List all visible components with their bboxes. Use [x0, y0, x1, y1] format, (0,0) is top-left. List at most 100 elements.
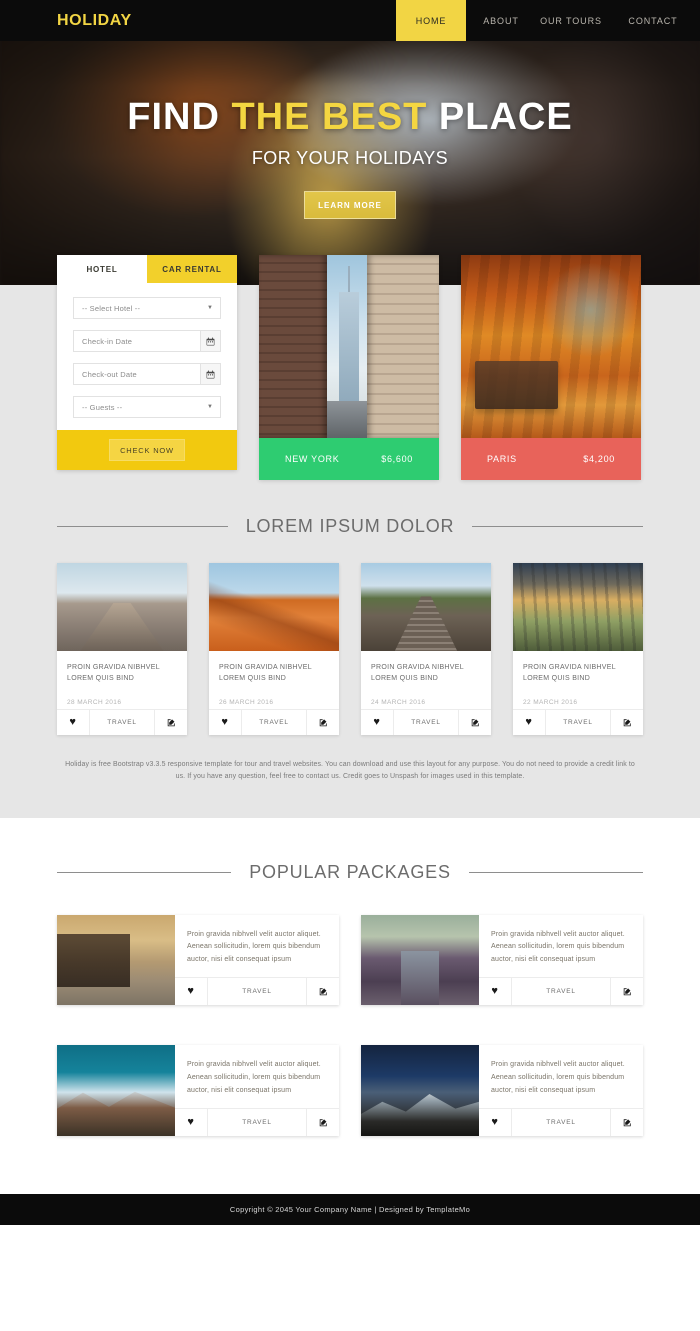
edit-button[interactable] — [611, 978, 643, 1005]
blog-card-title: PROIN GRAVIDA NIBHVEL LOREM QUIS BIND — [219, 664, 312, 682]
calendar-icon[interactable] — [200, 364, 220, 384]
divider-line-right — [468, 871, 643, 873]
nav-item-contact[interactable]: CONTACT — [606, 0, 700, 41]
learn-more-button[interactable]: LEARN MORE — [304, 191, 396, 219]
favorite-button[interactable]: ♥ — [513, 710, 545, 735]
site-footer: Copyright © 2045 Your Company Name | Des… — [0, 1194, 700, 1226]
skyscraper-shape — [339, 291, 359, 406]
site-logo[interactable]: HOLIDAY — [0, 0, 132, 41]
favorite-button[interactable]: ♥ — [209, 710, 241, 735]
package-card-actions: ♥ TRAVEL — [479, 977, 643, 1006]
tab-car-rental[interactable]: CAR RENTAL — [147, 255, 237, 283]
template-credit-note: Holiday is free Bootstrap v3.3.5 respons… — [65, 761, 635, 781]
edit-button[interactable] — [307, 1109, 339, 1136]
blog-card[interactable]: PROIN GRAVIDA NIBHVEL LOREM QUIS BIND 28… — [57, 563, 187, 735]
blog-card-body: PROIN GRAVIDA NIBHVEL LOREM QUIS BIND 28… — [57, 651, 187, 709]
blog-card[interactable]: PROIN GRAVIDA NIBHVEL LOREM QUIS BIND 26… — [209, 563, 339, 735]
city-image-new-york — [259, 255, 439, 438]
favorite-button[interactable]: ♥ — [57, 710, 89, 735]
divider-line-left — [57, 871, 232, 873]
chevron-down-icon: ▼ — [207, 404, 213, 410]
category-label[interactable]: TRAVEL — [207, 1109, 307, 1137]
package-grid: Proin gravida nibhvell velit auctor aliq… — [57, 914, 643, 1155]
package-description: Proin gravida nibhvell velit auctor aliq… — [187, 930, 321, 964]
blog-card-body: PROIN GRAVIDA NIBHVEL LOREM QUIS BIND 22… — [513, 651, 643, 709]
favorite-button[interactable]: ♥ — [479, 978, 511, 1005]
calendar-icon[interactable] — [200, 331, 220, 351]
city-info-bar: PARIS $4,200 — [461, 438, 641, 480]
booking-form: -- Select Hotel -- ▼ Check-in Date Check… — [57, 283, 237, 430]
package-card-actions: ♥ TRAVEL — [479, 1108, 643, 1137]
package-card[interactable]: Proin gravida nibhvell velit auctor aliq… — [57, 1045, 339, 1137]
packages-container: POPULAR PACKAGES Proin gravida nibhvell … — [57, 818, 643, 1155]
category-label[interactable]: TRAVEL — [393, 710, 459, 735]
blog-image-dune — [209, 563, 339, 651]
heart-icon: ♥ — [69, 716, 77, 728]
heart-icon: ♥ — [187, 1116, 195, 1129]
edit-pencil-icon — [167, 719, 175, 727]
favorite-button[interactable]: ♥ — [361, 710, 393, 735]
blog-card[interactable]: PROIN GRAVIDA NIBHVEL LOREM QUIS BIND 22… — [513, 563, 643, 735]
city-info-bar: NEW YORK $6,600 — [259, 438, 439, 480]
category-label[interactable]: TRAVEL — [511, 978, 611, 1006]
hero-title: FIND THE BEST PLACE — [0, 98, 700, 136]
package-card[interactable]: Proin gravida nibhvell velit auctor aliq… — [57, 914, 339, 1006]
package-card-actions: ♥ TRAVEL — [175, 977, 339, 1006]
street-shape — [327, 401, 367, 438]
page-root: HOLIDAY HOME ABOUT OUR TOURS CONTACT FIN… — [0, 0, 700, 1226]
city-card-paris[interactable]: PARIS $4,200 — [461, 255, 641, 480]
favorite-button[interactable]: ♥ — [479, 1109, 511, 1136]
edit-pencil-icon — [471, 719, 479, 727]
nav-item-our-tours[interactable]: OUR TOURS — [536, 0, 606, 41]
city-card-new-york[interactable]: NEW YORK $6,600 — [259, 255, 439, 480]
blog-card-date: 26 MARCH 2016 — [219, 698, 274, 706]
package-image-mountain-lake — [57, 1045, 175, 1137]
blog-card-body: PROIN GRAVIDA NIBHVEL LOREM QUIS BIND 26… — [209, 651, 339, 709]
city-image-paris — [461, 255, 641, 438]
heart-icon: ♥ — [525, 716, 533, 728]
hotel-select-value: -- Select Hotel -- — [82, 303, 141, 313]
edit-button[interactable] — [307, 978, 339, 1005]
booking-row: HOTEL CAR RENTAL -- Select Hotel -- ▼ Ch… — [57, 255, 643, 480]
edit-button[interactable] — [155, 710, 187, 735]
heart-icon: ♥ — [373, 716, 381, 728]
favorite-button[interactable]: ♥ — [175, 1109, 207, 1136]
divider-line-left — [57, 526, 228, 527]
hotel-select[interactable]: -- Select Hotel -- ▼ — [73, 297, 221, 319]
blog-card-title: PROIN GRAVIDA NIBHVEL LOREM QUIS BIND — [67, 664, 160, 682]
site-header: HOLIDAY HOME ABOUT OUR TOURS CONTACT — [0, 0, 700, 41]
check-now-button[interactable]: CHECK NOW — [109, 439, 185, 461]
blog-card[interactable]: PROIN GRAVIDA NIBHVEL LOREM QUIS BIND 24… — [361, 563, 491, 735]
tab-hotel[interactable]: HOTEL — [57, 255, 147, 283]
category-label[interactable]: TRAVEL — [207, 978, 307, 1006]
favorite-button[interactable]: ♥ — [175, 978, 207, 1005]
edit-button[interactable] — [459, 710, 491, 735]
city-name: PARIS — [487, 454, 517, 464]
nav-item-about[interactable]: ABOUT — [466, 0, 536, 41]
hero-banner: FIND THE BEST PLACE FOR YOUR HOLIDAYS LE… — [0, 0, 700, 285]
featured-section: HOTEL CAR RENTAL -- Select Hotel -- ▼ Ch… — [0, 255, 700, 818]
edit-pencil-icon — [319, 988, 327, 996]
city-price: $4,200 — [583, 454, 615, 464]
edit-button[interactable] — [611, 1109, 643, 1136]
edit-button[interactable] — [611, 710, 643, 735]
city-price: $6,600 — [381, 454, 413, 464]
category-label[interactable]: TRAVEL — [545, 710, 611, 735]
category-label[interactable]: TRAVEL — [89, 710, 155, 735]
copyright-text: Copyright © 2045 Your Company Name | Des… — [229, 1205, 471, 1215]
checkout-date-field[interactable]: Check-out Date — [73, 363, 221, 385]
edit-pencil-icon — [319, 719, 327, 727]
category-label[interactable]: TRAVEL — [241, 710, 307, 735]
guests-select[interactable]: -- Guests -- ▼ — [73, 396, 221, 418]
edit-pencil-icon — [623, 1119, 631, 1127]
nav-item-home[interactable]: HOME — [396, 0, 466, 41]
category-label[interactable]: TRAVEL — [511, 1109, 611, 1137]
blog-card-title: PROIN GRAVIDA NIBHVEL LOREM QUIS BIND — [523, 664, 616, 682]
blog-card-title: PROIN GRAVIDA NIBHVEL LOREM QUIS BIND — [371, 664, 464, 682]
edit-button[interactable] — [307, 710, 339, 735]
checkin-date-field[interactable]: Check-in Date — [73, 330, 221, 352]
heart-icon: ♥ — [187, 985, 195, 998]
blog-card-actions: ♥ TRAVEL — [361, 709, 491, 735]
package-card[interactable]: Proin gravida nibhvell velit auctor aliq… — [361, 1045, 643, 1137]
package-card[interactable]: Proin gravida nibhvell velit auctor aliq… — [361, 914, 643, 1006]
